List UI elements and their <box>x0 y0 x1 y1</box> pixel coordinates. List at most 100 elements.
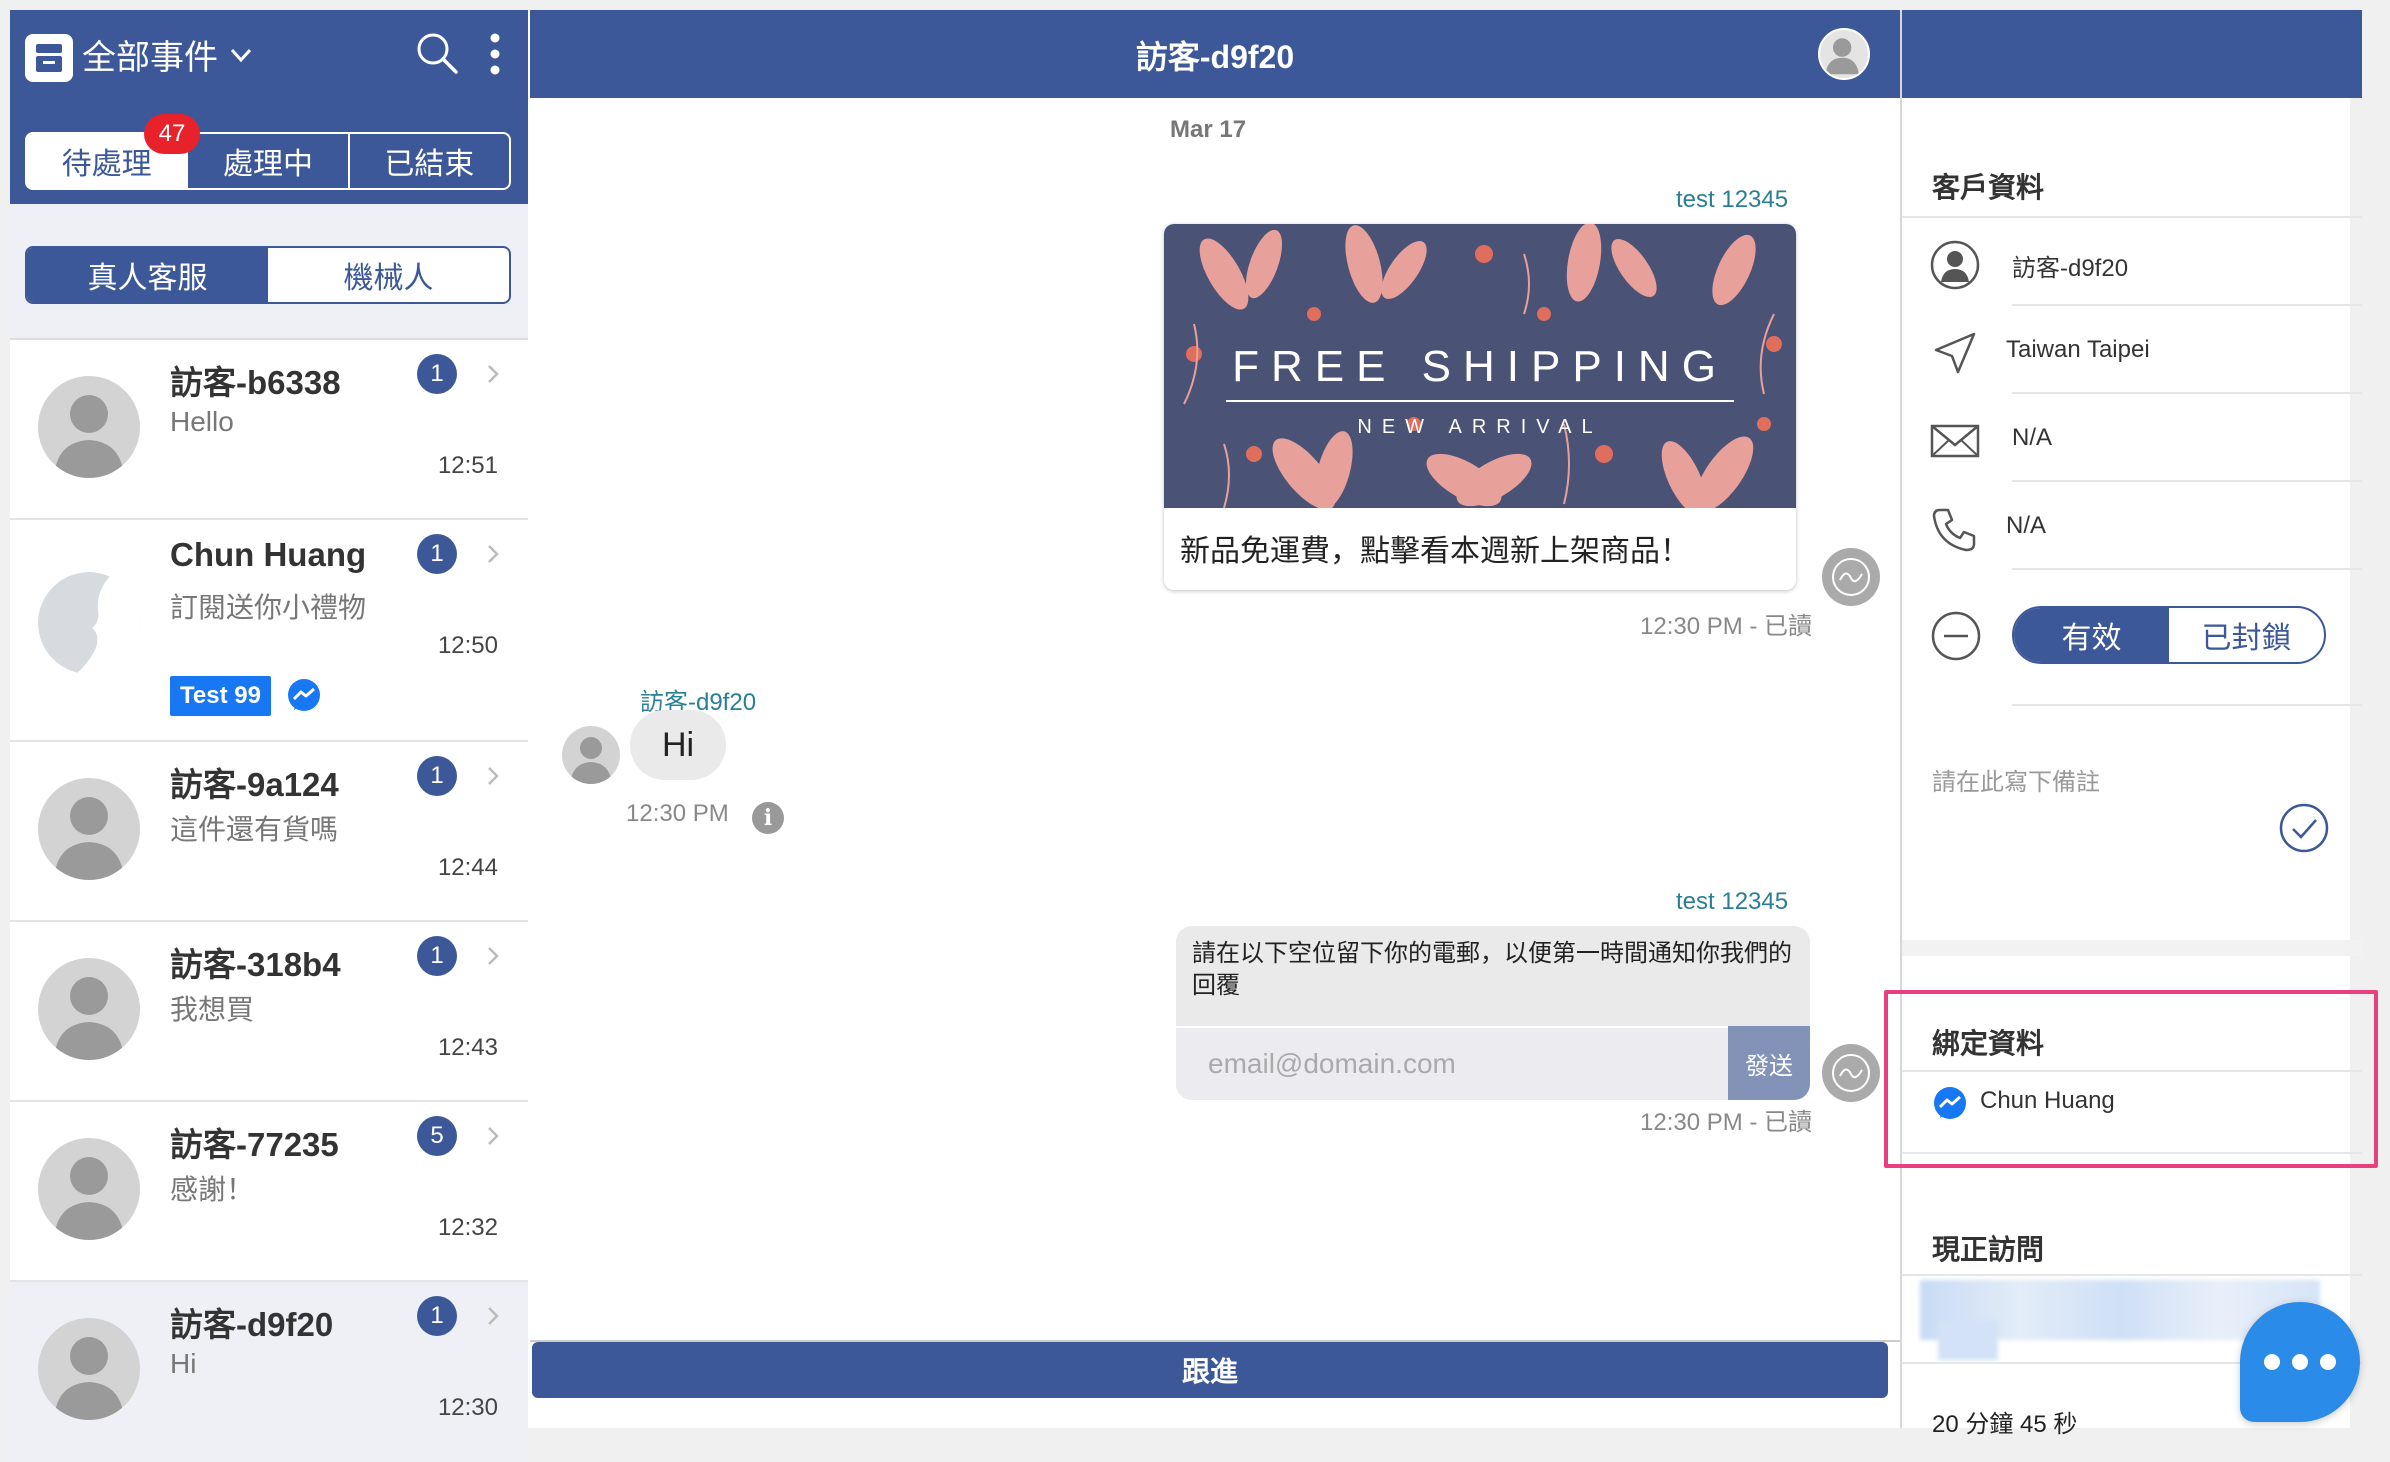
divider <box>2012 304 2362 306</box>
email-field[interactable]: email@domain.com <box>1176 1026 1728 1100</box>
email-capture-card: 請在以下空位留下你的電郵，以便第一時間通知你我們的回覆 email@domain… <box>1176 926 1810 1100</box>
date-separator: Mar 17 <box>1170 116 1247 143</box>
chevron-right-icon <box>488 1127 499 1145</box>
chat-title: 訪客-d9f20 <box>1135 39 1295 75</box>
conversation-item[interactable]: 訪客-318b4 我想買 12:43 1 <box>10 922 528 1102</box>
contact-name: 訪客-9a124 <box>170 766 339 803</box>
message-time: 12:32 <box>437 1214 498 1241</box>
form-prompt: 請在以下空位留下你的電郵，以便第一時間通知你我們的回覆 <box>1192 940 1792 999</box>
divider <box>2012 704 2362 706</box>
user-icon <box>1930 240 1980 290</box>
profile-name: 訪客-d9f20 <box>2012 255 2129 282</box>
divider <box>2012 480 2362 482</box>
followup-button[interactable]: 跟進 <box>532 1342 1888 1398</box>
divider <box>1902 1274 2362 1276</box>
message-preview: 訂閱送你小禮物 <box>170 592 367 623</box>
avatar <box>38 376 140 478</box>
messenger-icon <box>288 679 320 711</box>
avatar <box>38 958 140 1060</box>
search-icon[interactable] <box>414 30 460 76</box>
message-sender: test 12345 <box>1676 888 1789 915</box>
chat-widget-button[interactable] <box>2240 1302 2360 1422</box>
profile-email: N/A <box>2012 424 2053 451</box>
section-title-visiting: 現正訪問 <box>1932 1234 2045 1265</box>
minus-circle-icon[interactable] <box>1930 610 1982 662</box>
avatar[interactable] <box>1818 28 1870 80</box>
promo-image-title: FREE SHIPPING <box>1232 342 1728 391</box>
divider <box>1902 940 2362 956</box>
customer-profile-panel: 客戶資料 訪客-d9f20 Taiwan Taipei N/A N/A 有效 已… <box>1884 10 2378 1438</box>
chevron-right-icon <box>488 545 499 563</box>
unread-badge: 1 <box>417 354 457 394</box>
section-title-bound: 綁定資料 <box>1932 1028 2045 1059</box>
message-preview: Hello <box>170 406 234 437</box>
conversation-sidebar: 全部事件 待處理 處理中 已結束 47 真人客服 機械人 訪客-b6338 He… <box>10 10 528 1462</box>
section-title-customer: 客戶資料 <box>1932 172 2045 203</box>
unread-badge: 1 <box>417 534 457 574</box>
divider <box>2012 568 2362 570</box>
promo-caption: 新品免運費，點擊看本週新上架商品！ <box>1180 535 1690 568</box>
bot-avatar-icon <box>1822 1044 1880 1102</box>
filter-dropdown-label[interactable]: 全部事件 <box>82 36 218 80</box>
highlight-box <box>1884 990 2378 1168</box>
unread-badge: 5 <box>417 1116 457 1156</box>
contact-name: 訪客-318b4 <box>170 946 341 983</box>
conversation-item[interactable]: 訪客-77235 感謝！ 12:32 5 <box>10 1102 528 1282</box>
message-preview: 這件還有貨嗎 <box>170 814 339 845</box>
tab-bot[interactable]: 機械人 <box>268 248 509 302</box>
divider <box>1902 1070 2362 1072</box>
block-status-toggle: 有效 已封鎖 <box>2012 606 2326 664</box>
profile-email-row: N/A <box>1902 396 2362 482</box>
avatar <box>38 1138 140 1240</box>
conversation-item-selected[interactable]: 訪客-d9f20 Hi 12:30 1 <box>10 1282 528 1462</box>
mail-icon <box>1930 424 1980 458</box>
send-button[interactable]: 發送 <box>1728 1026 1810 1100</box>
profile-phone: N/A <box>2006 512 2047 539</box>
unread-badge: 1 <box>417 1296 457 1336</box>
conversation-item[interactable]: Chun Huang 訂閱送你小禮物 12:50 1 Test 99 <box>10 520 528 742</box>
message-preview: Hi <box>170 1348 197 1379</box>
read-receipt: 12:30 PM - 已讀 <box>1640 1109 1813 1136</box>
promo-divider <box>1226 400 1734 402</box>
conversation-item[interactable]: 訪客-b6338 Hello 12:51 1 <box>10 340 528 520</box>
info-icon[interactable]: i <box>752 802 784 834</box>
read-receipt: 12:30 PM - 已讀 <box>1640 613 1813 640</box>
tab-human-agent[interactable]: 真人客服 <box>27 248 268 302</box>
contact-name: 訪客-77235 <box>170 1126 339 1163</box>
avatar <box>562 726 620 784</box>
chevron-right-icon <box>488 365 499 383</box>
unread-badge: 1 <box>417 756 457 796</box>
message-time: 12:50 <box>437 632 498 659</box>
promo-image[interactable]: FREE SHIPPING NEW ARRIVAL <box>1164 224 1796 508</box>
profile-header <box>1902 10 2362 98</box>
app-window: 全部事件 待處理 處理中 已結束 47 真人客服 機械人 訪客-b6338 He… <box>10 10 2378 1462</box>
check-circle-icon[interactable] <box>2278 802 2330 854</box>
contact-name: Chun Huang <box>170 536 367 573</box>
avatar <box>38 778 140 880</box>
unread-badge: 1 <box>417 936 457 976</box>
pending-count-badge: 47 <box>144 114 200 154</box>
message-time: 12:30 <box>437 1394 498 1421</box>
tab-processing[interactable]: 處理中 <box>188 134 350 188</box>
divider <box>1902 1152 2362 1154</box>
message-preview: 我想買 <box>170 994 255 1025</box>
status-blocked-option[interactable]: 已封鎖 <box>2169 608 2324 662</box>
conversation-item[interactable]: 訪客-9a124 這件還有貨嗎 12:44 1 <box>10 742 528 922</box>
more-options-icon[interactable] <box>488 32 502 76</box>
bot-avatar-icon <box>1822 548 1880 606</box>
note-input[interactable]: 請在此寫下備註 <box>1932 762 2100 797</box>
phone-icon <box>1932 508 1976 552</box>
chevron-down-icon[interactable] <box>228 42 254 68</box>
inbox-icon <box>25 34 73 82</box>
conversation-list: 訪客-b6338 Hello 12:51 1 Chun Huang 訂閱送你小禮… <box>10 340 528 1462</box>
promo-image-subtitle: NEW ARRIVAL <box>1357 416 1603 438</box>
visiting-url-blurred <box>1938 1320 1998 1360</box>
bound-account-name[interactable]: Chun Huang <box>1980 1087 2115 1115</box>
message-preview: 感謝！ <box>170 1174 255 1205</box>
location-arrow-icon <box>1934 332 1976 374</box>
message-time: 12:43 <box>437 1034 498 1061</box>
status-active-option[interactable]: 有效 <box>2014 608 2169 662</box>
promo-card[interactable]: FREE SHIPPING NEW ARRIVAL 新品免運費，點擊看本週新上架… <box>1164 224 1796 590</box>
agent-filter-bar: 真人客服 機械人 <box>10 204 528 340</box>
tab-closed[interactable]: 已結束 <box>350 134 509 188</box>
